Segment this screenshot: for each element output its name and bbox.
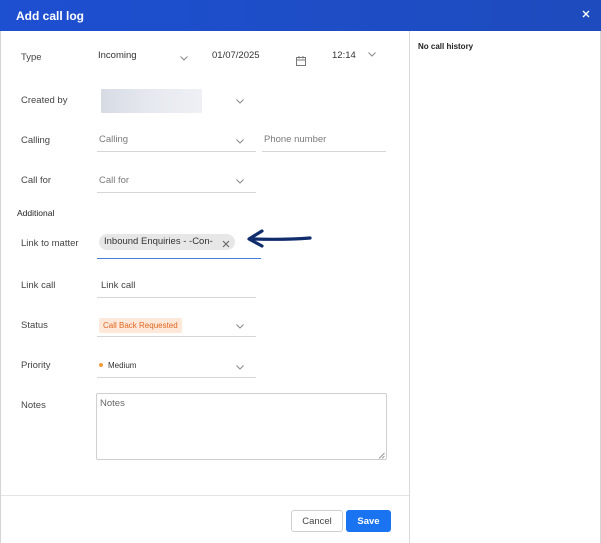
created-by-value-redacted	[101, 89, 202, 113]
call-for-select[interactable]: Call for	[97, 171, 256, 193]
calling-placeholder: Calling	[99, 134, 129, 145]
matter-chip: Inbound Enquiries - -Con-	[99, 234, 235, 250]
call-history-empty-text: No call history	[418, 42, 474, 51]
footer-divider	[1, 495, 409, 496]
arrow-left-icon	[244, 228, 314, 248]
chevron-down-icon	[236, 179, 244, 184]
notes-textarea[interactable]: Notes	[96, 393, 387, 460]
link-call-placeholder: Link call	[101, 280, 136, 291]
calendar-icon[interactable]	[296, 53, 306, 66]
created-by-label: Created by	[21, 95, 68, 106]
date-input[interactable]: 01/07/2025	[210, 46, 310, 68]
chevron-down-icon	[236, 139, 244, 144]
close-icon[interactable]	[579, 7, 593, 21]
call-for-label: Call for	[21, 175, 52, 186]
call-for-placeholder: Call for	[99, 175, 130, 186]
calling-label: Calling	[21, 135, 51, 146]
chevron-down-icon[interactable]	[236, 99, 244, 104]
chevron-down-icon	[180, 56, 188, 61]
dialog-border-left	[0, 31, 1, 543]
save-button[interactable]: Save	[346, 510, 391, 532]
remove-chip-icon[interactable]	[222, 238, 230, 248]
dialog-header: Add call log	[0, 0, 601, 31]
date-value: 01/07/2025	[212, 50, 260, 61]
time-select[interactable]: 12:14	[330, 46, 385, 68]
notes-label: Notes	[21, 400, 46, 411]
chevron-down-icon	[368, 52, 376, 57]
time-value: 12:14	[332, 50, 356, 61]
status-badge: Call Back Requested	[99, 318, 182, 333]
chevron-down-icon	[236, 324, 244, 329]
matter-chip-label: Inbound Enquiries - -Con-	[104, 236, 213, 247]
phone-number-input[interactable]: Phone number	[262, 130, 386, 152]
resize-grip-icon[interactable]	[378, 451, 385, 459]
priority-value: Medium	[108, 361, 137, 370]
cancel-button[interactable]: Cancel	[291, 510, 343, 532]
priority-dot	[99, 363, 103, 367]
priority-label: Priority	[21, 360, 51, 371]
calling-select[interactable]: Calling	[97, 130, 256, 152]
notes-placeholder: Notes	[100, 398, 125, 409]
link-call-input[interactable]: Link call	[97, 276, 256, 298]
type-label: Type	[21, 52, 42, 63]
status-label: Status	[21, 320, 48, 331]
link-call-label: Link call	[21, 280, 56, 291]
type-value: Incoming	[98, 50, 137, 61]
panel-divider	[409, 31, 410, 543]
additional-section-label: Additional	[17, 208, 55, 218]
phone-number-placeholder: Phone number	[264, 134, 327, 145]
type-select[interactable]: Incoming	[96, 46, 196, 68]
chevron-down-icon	[236, 365, 244, 370]
link-to-matter-label: Link to matter	[21, 238, 79, 249]
dialog-title: Add call log	[16, 9, 85, 23]
